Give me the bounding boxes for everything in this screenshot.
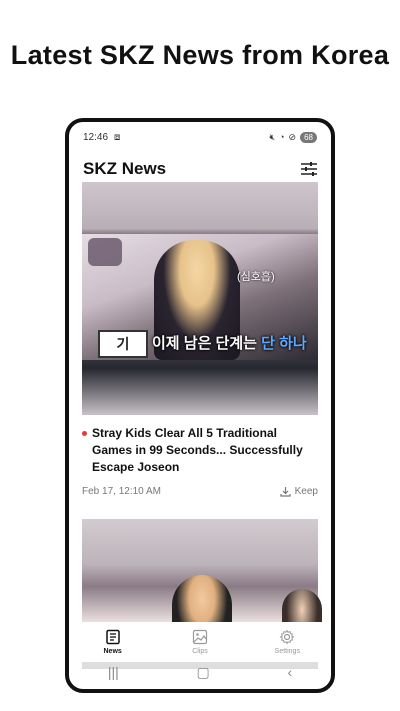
app-title: SKZ News bbox=[83, 159, 167, 178]
download-icon bbox=[280, 487, 291, 497]
promo-headline: Latest SKZ News from Korea bbox=[10, 40, 390, 70]
status-bar: 12:46 ⧈ 🔇︎ ◔ ⊘ 68 bbox=[69, 122, 331, 152]
image-icon bbox=[192, 629, 208, 645]
keep-button[interactable]: Keep bbox=[280, 486, 318, 497]
news-feed: (심호흡) 기 이제 남은 단계는 단 하나 Stray Kids Clear … bbox=[82, 182, 322, 669]
gear-icon bbox=[279, 629, 295, 645]
screenshot-icon: ⧈ bbox=[114, 131, 121, 143]
battery-indicator: 68 bbox=[300, 131, 317, 143]
recents-icon[interactable]: ||| bbox=[108, 664, 119, 680]
article-title-row[interactable]: Stray Kids Clear All 5 Traditional Games… bbox=[82, 425, 318, 476]
keep-label: Keep bbox=[294, 486, 318, 497]
article-title: Stray Kids Clear All 5 Traditional Games… bbox=[92, 426, 303, 474]
caption-blue: 단 하나 bbox=[261, 335, 307, 352]
system-nav-bar: ||| ▢ ‹ bbox=[69, 655, 331, 689]
mute-icon: 🔇︎ bbox=[269, 131, 276, 142]
tab-clips-label: Clips bbox=[192, 648, 208, 655]
tab-news[interactable]: News bbox=[83, 629, 143, 655]
back-icon[interactable]: ‹ bbox=[287, 664, 292, 680]
thumbnail-score: 기 bbox=[98, 330, 148, 358]
wifi-icon: ◔ bbox=[279, 132, 285, 142]
newspaper-icon bbox=[105, 629, 120, 645]
caption-white: 이제 남은 단계는 bbox=[152, 335, 257, 352]
show-logo bbox=[88, 238, 122, 266]
article-date: Feb 17, 12:10 AM bbox=[82, 486, 161, 497]
phone-frame: 12:46 ⧈ 🔇︎ ◔ ⊘ 68 SKZ News (심호흡) 기 이제 남은… bbox=[65, 118, 335, 693]
tab-settings-label: Settings bbox=[274, 648, 300, 655]
app-bar: SKZ News bbox=[69, 152, 331, 186]
new-dot-icon bbox=[82, 431, 87, 436]
tab-clips[interactable]: Clips bbox=[170, 629, 230, 655]
home-icon[interactable]: ▢ bbox=[197, 664, 210, 681]
thumbnail-tag: (심호흡) bbox=[237, 271, 275, 283]
tab-settings[interactable]: Settings bbox=[257, 629, 317, 655]
status-time: 12:46 bbox=[83, 131, 109, 143]
dnd-icon: ⊘ bbox=[288, 131, 297, 142]
filter-icon[interactable] bbox=[301, 162, 317, 176]
tab-news-label: News bbox=[103, 648, 122, 655]
news-card[interactable]: (심호흡) 기 이제 남은 단계는 단 하나 Stray Kids Clear … bbox=[82, 182, 318, 497]
thumbnail-caption: 이제 남은 단계는 단 하나 bbox=[152, 332, 307, 353]
article-meta: Feb 17, 12:10 AM Keep bbox=[82, 486, 318, 497]
article-thumbnail[interactable]: (심호흡) 기 이제 남은 단계는 단 하나 bbox=[82, 182, 318, 415]
